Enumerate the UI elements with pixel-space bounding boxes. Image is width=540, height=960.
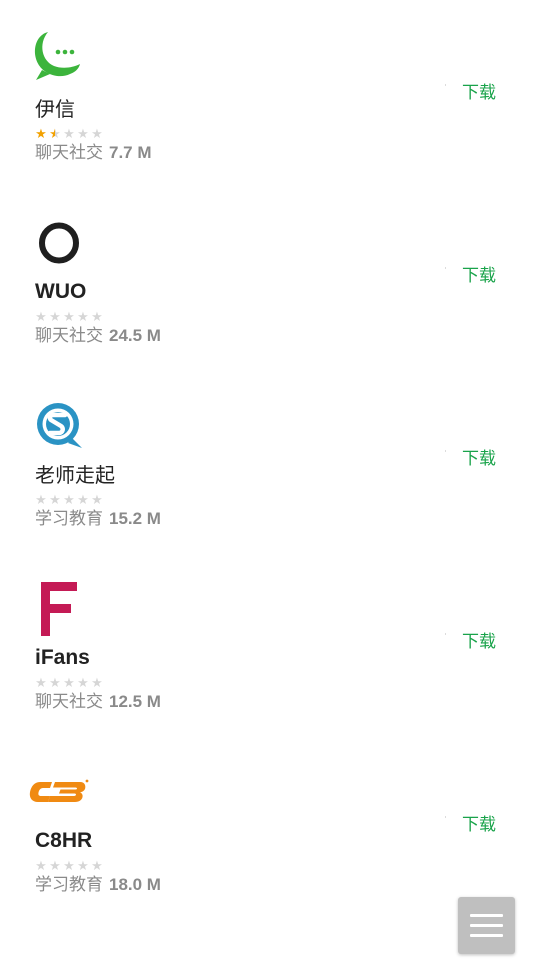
download-label: 下载 <box>462 266 496 286</box>
app-name[interactable]: C8HR <box>35 827 92 855</box>
download-button[interactable]: 下载 <box>445 261 512 291</box>
app-size: 7.7 M <box>109 143 152 162</box>
download-label: 下载 <box>462 449 496 469</box>
yixin-chat-bubble-icon[interactable] <box>22 22 96 96</box>
star-rating: ★ ★ ★ ★ ★ <box>34 494 104 508</box>
app-list: 伊信 ★ ★ ★ ★ ★ 聊天社交 7.7 M 下载 WUO ★ ★ ★ ★ ★ <box>0 0 540 960</box>
download-label: 下载 <box>462 815 496 835</box>
star-icon: ★ <box>77 676 89 691</box>
divider <box>445 267 446 269</box>
wuo-ring-icon[interactable] <box>22 205 96 279</box>
download-button[interactable]: 下载 <box>445 810 512 840</box>
star-icon: ★ <box>63 493 75 508</box>
menu-bar <box>470 934 503 937</box>
app-category: 聊天社交 <box>35 692 103 712</box>
download-button[interactable]: 下载 <box>445 627 512 657</box>
star-half-icon: ★ <box>49 127 61 142</box>
star-icon: ★ <box>63 310 75 325</box>
star-rating: ★ ★ ★ ★ ★ <box>34 128 104 142</box>
laoshi-zouqi-s-bubble-icon[interactable] <box>22 388 96 462</box>
download-label: 下载 <box>462 83 496 103</box>
menu-bar <box>470 914 503 917</box>
star-icon: ★ <box>49 676 61 691</box>
download-button[interactable]: 下载 <box>445 78 512 108</box>
star-icon: ★ <box>49 310 61 325</box>
star-icon: ★ <box>49 859 61 874</box>
list-item[interactable]: iFans ★ ★ ★ ★ ★ 聊天社交 12.5 M 下载 <box>0 563 540 746</box>
app-name[interactable]: 老师走起 <box>35 461 115 489</box>
app-size: 15.2 M <box>109 509 161 528</box>
divider <box>445 816 446 818</box>
app-size: 18.0 M <box>109 875 161 894</box>
app-name[interactable]: WUO <box>35 278 86 306</box>
star-rating: ★ ★ ★ ★ ★ <box>34 311 104 325</box>
star-icon: ★ <box>35 859 47 874</box>
app-category: 聊天社交 <box>35 143 103 163</box>
divider <box>445 450 446 452</box>
app-size: 24.5 M <box>109 326 161 345</box>
list-item[interactable]: 老师走起 ★ ★ ★ ★ ★ 学习教育 15.2 M 下载 <box>0 380 540 563</box>
divider <box>445 84 446 86</box>
app-meta: 聊天社交 7.7 M <box>35 141 152 165</box>
download-button[interactable]: 下载 <box>445 444 512 474</box>
list-item[interactable]: WUO ★ ★ ★ ★ ★ 聊天社交 24.5 M 下载 <box>0 197 540 380</box>
c8hr-logo-icon[interactable] <box>22 754 96 828</box>
star-icon: ★ <box>35 676 47 691</box>
star-icon: ★ <box>35 493 47 508</box>
star-icon: ★ <box>35 310 47 325</box>
download-label: 下载 <box>462 632 496 652</box>
star-rating: ★ ★ ★ ★ ★ <box>34 860 104 874</box>
app-meta: 聊天社交 12.5 M <box>35 690 161 714</box>
app-name[interactable]: 伊信 <box>35 95 75 123</box>
app-category: 聊天社交 <box>35 326 103 346</box>
app-meta: 学习教育 18.0 M <box>35 873 161 897</box>
star-icon: ★ <box>63 676 75 691</box>
app-name[interactable]: iFans <box>35 644 90 672</box>
app-category: 学习教育 <box>35 875 103 895</box>
star-icon: ★ <box>77 859 89 874</box>
app-meta: 聊天社交 24.5 M <box>35 324 161 348</box>
menu-button[interactable] <box>458 897 515 954</box>
star-icon: ★ <box>35 127 47 142</box>
ifans-letter-f-icon[interactable] <box>22 571 96 645</box>
star-icon: ★ <box>91 676 103 691</box>
star-icon: ★ <box>91 127 103 142</box>
app-meta: 学习教育 15.2 M <box>35 507 161 531</box>
star-rating: ★ ★ ★ ★ ★ <box>34 677 104 691</box>
star-icon: ★ <box>91 310 103 325</box>
app-size: 12.5 M <box>109 692 161 711</box>
star-icon: ★ <box>63 127 75 142</box>
star-icon: ★ <box>77 310 89 325</box>
app-category: 学习教育 <box>35 509 103 529</box>
star-icon: ★ <box>77 127 89 142</box>
menu-bar <box>470 924 503 927</box>
star-icon: ★ <box>63 859 75 874</box>
star-icon: ★ <box>91 493 103 508</box>
list-item[interactable]: 伊信 ★ ★ ★ ★ ★ 聊天社交 7.7 M 下载 <box>0 14 540 197</box>
star-icon: ★ <box>91 859 103 874</box>
star-icon: ★ <box>49 493 61 508</box>
star-icon: ★ <box>77 493 89 508</box>
divider <box>445 633 446 635</box>
